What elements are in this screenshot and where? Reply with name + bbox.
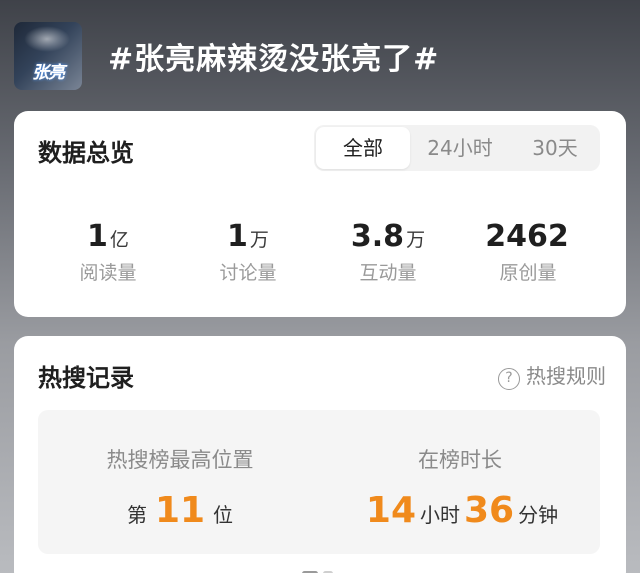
tab-all[interactable]: 全部 [316,127,410,169]
overview-title: 数据总览 [38,139,134,167]
thumbnail-glare [24,26,70,52]
duration-hours: 14 [365,490,416,531]
peak-position: 热搜榜最高位置 第 11 位 [50,444,310,531]
stat-interactions: 3.8 万 互动量 [318,219,458,285]
stat-value: 3.8 [350,219,405,254]
hot-search-card: 热搜记录 ? 热搜规则 热搜榜最高位置 第 11 位 在榜时长 14 小时 36 分钟 [14,336,626,573]
tab-24h[interactable]: 24小时 [412,125,508,171]
topic-thumbnail[interactable]: 张亮 [14,22,82,90]
question-circle-icon: ? [498,368,520,390]
stat-unit: 万 [249,229,269,251]
stat-label: 原创量 [499,262,557,284]
page-indicator [302,561,338,573]
hot-search-record-box: 热搜榜最高位置 第 11 位 在榜时长 14 小时 36 分钟 [38,410,600,554]
topic-header: 张亮 #张亮麻辣烫没张亮了# [0,0,640,110]
time-on-list-label: 在榜时长 [418,448,502,472]
thumbnail-logo-text: 张亮 [32,63,65,83]
stat-label: 互动量 [359,262,417,284]
stat-label: 讨论量 [219,262,277,284]
stat-value: 1 [227,219,248,254]
peak-position-label: 热搜榜最高位置 [106,448,254,472]
duration-minutes: 36 [464,490,515,531]
peak-suffix: 位 [213,503,234,527]
time-range-tabs: 全部 24小时 30天 [314,125,600,171]
minutes-unit: 分钟 [518,503,559,527]
stat-value: 2462 [485,219,569,254]
peak-prefix: 第 [126,503,147,527]
hot-search-title: 热搜记录 [38,364,134,392]
peak-rank-number: 11 [154,490,206,531]
time-on-list: 在榜时长 14 小时 36 分钟 [330,444,590,531]
rules-label: 热搜规则 [526,364,606,388]
peak-position-value: 第 11 位 [50,490,310,531]
stat-reads: 1亿 阅读量 [38,219,178,285]
hot-search-rules-link[interactable]: ? 热搜规则 [498,360,606,390]
hours-unit: 小时 [420,503,460,527]
tab-30d[interactable]: 30天 [510,125,600,171]
data-overview-card: 数据总览 全部 24小时 30天 1亿 阅读量 1万 讨论量 3.8 万 互动量 … [14,111,626,317]
stat-label: 阅读量 [79,262,137,284]
stat-unit: 亿 [109,229,129,251]
time-on-list-value: 14 小时 36 分钟 [330,490,590,531]
stat-value: 1 [87,219,108,254]
stat-discussions: 1万 讨论量 [178,219,318,285]
stat-originals: 2462 原创量 [458,219,598,285]
topic-title: #张亮麻辣烫没张亮了# [108,42,440,77]
stat-unit: 万 [406,229,426,251]
